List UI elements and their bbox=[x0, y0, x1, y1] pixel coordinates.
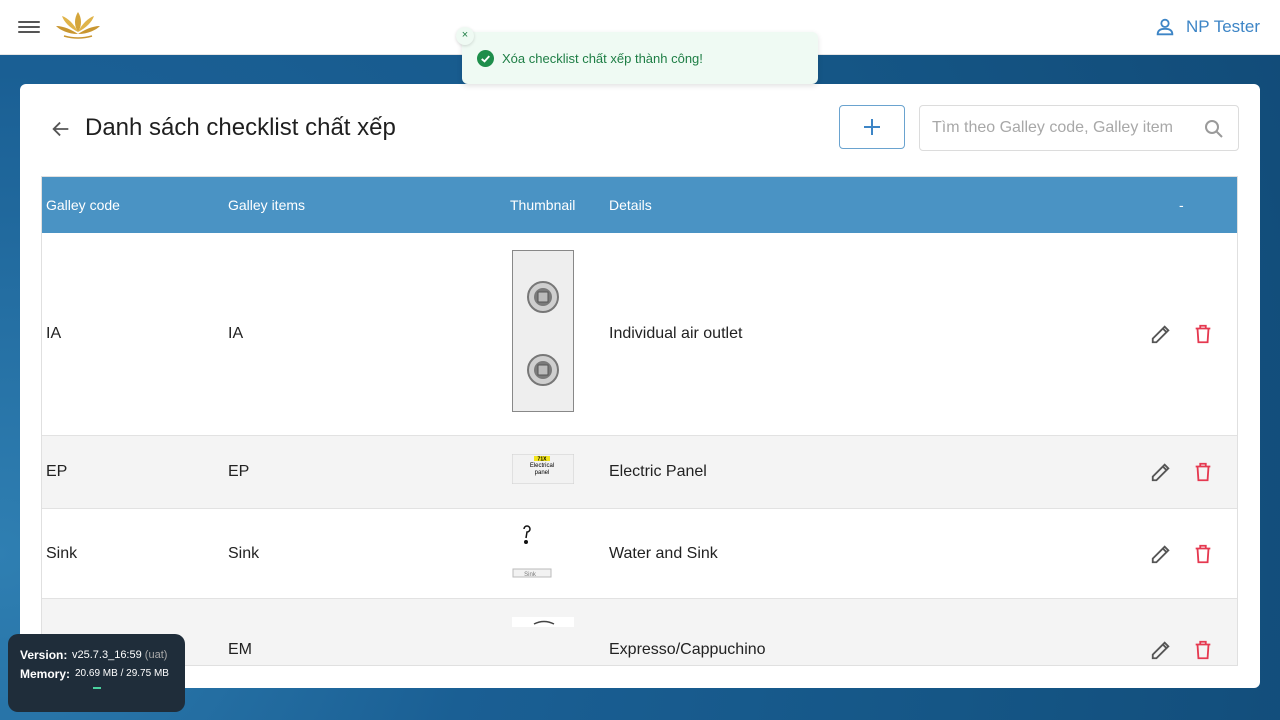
table-row[interactable]: EP EP 71X Electrical panel Electric Pane… bbox=[42, 436, 1237, 509]
checklist-table: Galley code Galley items Thumbnail Detai… bbox=[41, 176, 1238, 666]
table-header: Galley code Galley items Thumbnail Detai… bbox=[42, 177, 1237, 233]
galley-items-cell: EM bbox=[228, 641, 252, 658]
version-value: v25.7.3_16:59 (uat) bbox=[72, 649, 168, 661]
memory-value: 20.69 MB / 29.75 MB bbox=[75, 668, 169, 679]
user-icon bbox=[1156, 18, 1174, 36]
thumbnail-image[interactable] bbox=[512, 617, 574, 627]
edit-icon[interactable] bbox=[1150, 323, 1172, 345]
toast-close-icon[interactable]: × bbox=[456, 27, 474, 45]
galley-code-cell: Sink bbox=[46, 545, 78, 562]
ep-thumb-text-2: panel bbox=[535, 470, 550, 476]
delete-icon[interactable] bbox=[1192, 639, 1214, 661]
galley-items-cell: EP bbox=[228, 463, 250, 480]
details-cell: Expresso/Cappuchino bbox=[609, 641, 766, 658]
plus-icon bbox=[864, 119, 880, 135]
column-header-thumbnail: Thumbnail bbox=[510, 197, 576, 213]
delete-icon[interactable] bbox=[1192, 543, 1214, 565]
memory-indicator bbox=[93, 687, 101, 689]
ep-thumb-text-1: Electrical bbox=[530, 463, 554, 469]
toast-message: Xóa checklist chất xếp thành công! bbox=[502, 51, 703, 66]
version-panel: Version: v25.7.3_16:59 (uat) Memory: 20.… bbox=[8, 634, 185, 712]
lotus-logo[interactable] bbox=[54, 8, 102, 42]
edit-icon[interactable] bbox=[1150, 543, 1172, 565]
column-header-galley-items[interactable]: Galley items bbox=[228, 197, 305, 213]
galley-code-cell: EP bbox=[46, 463, 68, 480]
delete-icon[interactable] bbox=[1192, 461, 1214, 483]
galley-items-cell: IA bbox=[228, 325, 244, 342]
details-cell: Water and Sink bbox=[609, 545, 718, 562]
table-row[interactable]: EM Expresso/Cappuchino bbox=[42, 599, 1237, 665]
column-header-galley-code[interactable]: Galley code bbox=[46, 197, 120, 213]
thumbnail-image[interactable] bbox=[512, 250, 574, 412]
details-cell: Individual air outlet bbox=[609, 325, 743, 342]
thumbnail-image[interactable]: Sink bbox=[512, 524, 574, 580]
main-card: Danh sách checklist chất xếp Galley code… bbox=[20, 84, 1260, 688]
search-icon[interactable] bbox=[1204, 119, 1224, 139]
delete-icon[interactable] bbox=[1192, 323, 1214, 345]
details-cell: Electric Panel bbox=[609, 463, 707, 480]
success-toast: Xóa checklist chất xếp thành công! bbox=[462, 32, 818, 84]
thumbnail-image[interactable]: 71X Electrical panel bbox=[512, 454, 574, 484]
hamburger-menu-icon[interactable] bbox=[18, 18, 40, 36]
column-header-details[interactable]: Details bbox=[609, 197, 652, 213]
column-header-actions: - bbox=[1179, 197, 1184, 213]
search-input[interactable] bbox=[920, 106, 1214, 150]
ep-tag-text: 71X bbox=[538, 457, 548, 463]
user-menu[interactable]: NP Tester bbox=[1154, 16, 1260, 38]
sink-thumb-text: Sink bbox=[524, 572, 537, 578]
back-arrow-icon[interactable] bbox=[50, 118, 72, 140]
search-box bbox=[919, 105, 1239, 151]
edit-icon[interactable] bbox=[1150, 639, 1172, 661]
edit-icon[interactable] bbox=[1150, 461, 1172, 483]
table-row[interactable]: IA IA Individual air outlet bbox=[42, 233, 1237, 436]
user-name: NP Tester bbox=[1185, 17, 1260, 36]
page-title: Danh sách checklist chất xếp bbox=[85, 114, 396, 141]
add-button[interactable] bbox=[839, 105, 905, 149]
version-label: Version: bbox=[20, 648, 68, 662]
galley-items-cell: Sink bbox=[228, 545, 260, 562]
check-circle-icon bbox=[477, 50, 494, 67]
table-row[interactable]: Sink Sink Sink Water and Sink bbox=[42, 509, 1237, 599]
memory-label: Memory: bbox=[20, 667, 71, 681]
galley-code-cell: IA bbox=[46, 325, 62, 342]
